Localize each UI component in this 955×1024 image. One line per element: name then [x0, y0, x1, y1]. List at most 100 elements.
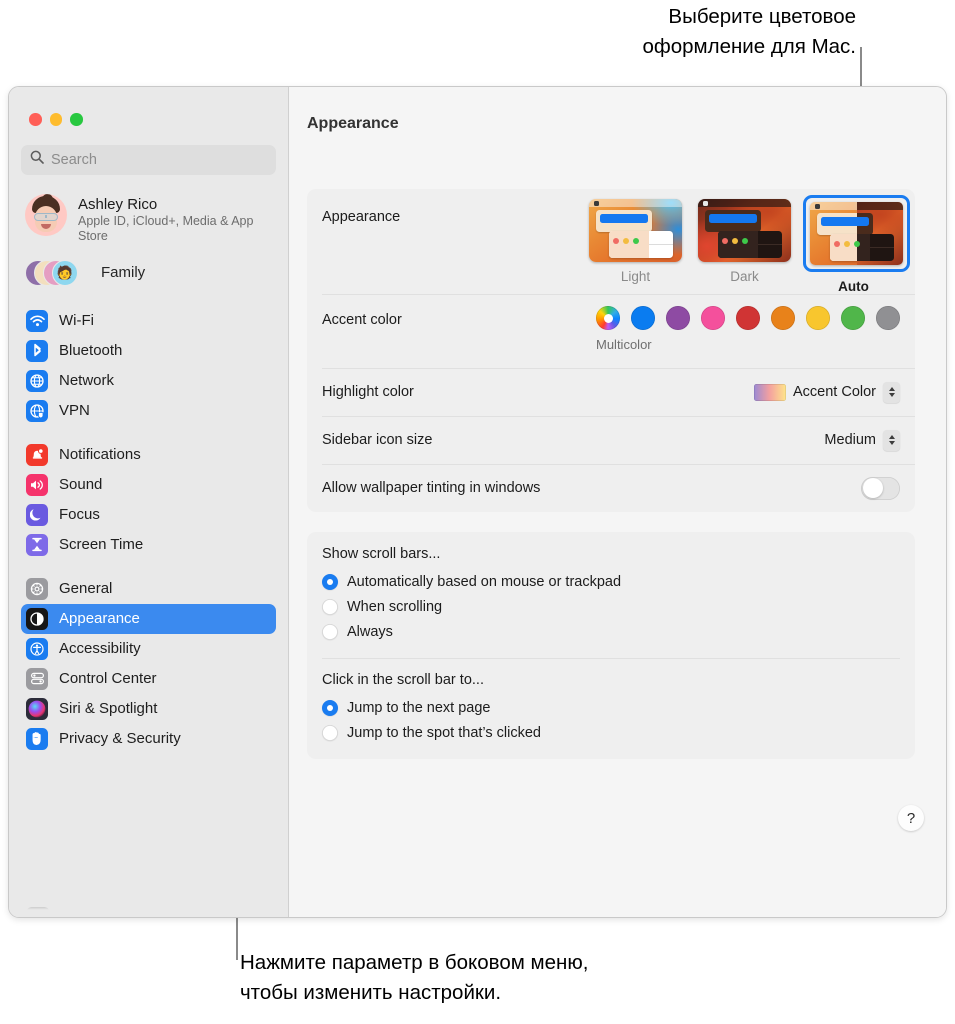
sidebar-item-label: Notifications	[59, 446, 141, 463]
click-scroll-bar-section: Click in the scroll bar to... Jump to th…	[307, 658, 915, 759]
theme-option-dark[interactable]: Dark	[698, 199, 791, 294]
maximize-button[interactable]	[70, 113, 83, 126]
sidebar-item-accessibility[interactable]: Accessibility	[21, 634, 276, 664]
account-subtitle: Apple ID, iCloud+, Media & App Store	[78, 214, 268, 245]
globe-icon	[26, 370, 48, 392]
sidebar-item-control-center[interactable]: Control Center	[21, 664, 276, 694]
chevron-updown-icon	[883, 430, 900, 451]
sidebar-item-bluetooth[interactable]: Bluetooth	[21, 336, 276, 366]
radio-option-always[interactable]: Always	[322, 619, 900, 644]
sidebar-item-label: Control Center	[59, 670, 157, 687]
callout-bottom-text: Нажмите параметр в боковом меню, чтобы и…	[240, 948, 588, 1008]
accent-color-row: Accent color	[307, 294, 915, 368]
accent-swatch-blue[interactable]	[631, 306, 655, 330]
sidebar-item-label: Focus	[59, 506, 100, 523]
siri-icon	[26, 698, 48, 720]
row-label: Highlight color	[322, 384, 414, 400]
radio-option-jump-next-page[interactable]: Jump to the next page	[322, 695, 900, 720]
sidebar-group-network: Wi-Fi Bluetooth	[9, 306, 288, 426]
highlight-color-popup[interactable]: Accent Color	[754, 382, 900, 403]
sidebar-item-family[interactable]: 🧑 Family	[21, 254, 276, 292]
search-input[interactable]: Search	[21, 145, 276, 175]
sidebar-item-screen-time[interactable]: Screen Time	[21, 530, 276, 560]
theme-option-light[interactable]: Light	[589, 199, 682, 294]
sidebar-item-label: Siri & Spotlight	[59, 700, 157, 717]
minimize-button[interactable]	[50, 113, 63, 126]
search-icon	[30, 150, 44, 169]
hand-privacy-icon	[26, 728, 48, 750]
sidebar-item-label: General	[59, 580, 112, 597]
row-label: Appearance	[322, 189, 400, 225]
radio-option-automatic[interactable]: Automatically based on mouse or trackpad	[322, 569, 900, 594]
radio-button[interactable]	[322, 725, 338, 741]
sidebar-item-label: Accessibility	[59, 640, 141, 657]
sidebar-item-appearance[interactable]: Appearance	[21, 604, 276, 634]
sidebar-item-focus[interactable]: Focus	[21, 500, 276, 530]
scroll-settings-card: Show scroll bars... Automatically based …	[307, 532, 915, 759]
main-content: Appearance Appearance	[289, 87, 946, 917]
accent-swatch-graphite[interactable]	[876, 306, 900, 330]
theme-option-auto[interactable]: Auto	[807, 199, 900, 294]
radio-button[interactable]	[322, 599, 338, 615]
accent-swatch-multicolor[interactable]	[596, 306, 620, 330]
sidebar: Search Ashley Rico Apple ID, iCloud+, Me…	[9, 87, 289, 917]
appearance-contrast-icon	[26, 608, 48, 630]
wallpaper-tinting-row: Allow wallpaper tinting in windows	[307, 464, 915, 512]
sidebar-item-general[interactable]: General	[21, 574, 276, 604]
sidebar-item-siri-and-spotlight[interactable]: Siri & Spotlight	[21, 694, 276, 724]
sidebar-item-label: VPN	[59, 402, 90, 419]
system-settings-window: Search Ashley Rico Apple ID, iCloud+, Me…	[8, 86, 947, 918]
radio-label: Automatically based on mouse or trackpad	[347, 574, 621, 590]
sidebar-item-network[interactable]: Network	[21, 366, 276, 396]
sidebar-item-label: Family	[101, 264, 145, 281]
accent-swatch-red[interactable]	[736, 306, 760, 330]
theme-thumbnail-light	[589, 199, 682, 262]
accent-swatch-pink[interactable]	[701, 306, 725, 330]
sidebar-group-appearance: General Appearance	[9, 574, 288, 754]
section-title: Click in the scroll bar to...	[322, 672, 900, 688]
radio-button[interactable]	[322, 624, 338, 640]
radio-option-when-scrolling[interactable]: When scrolling	[322, 594, 900, 619]
accent-swatch-orange[interactable]	[771, 306, 795, 330]
moon-icon	[26, 504, 48, 526]
sidebar-item-notifications[interactable]: Notifications	[21, 440, 276, 470]
radio-button[interactable]	[322, 700, 338, 716]
help-button[interactable]: ?	[898, 805, 924, 831]
sidebar-item-label: Screen Time	[59, 536, 143, 553]
vpn-globe-icon	[26, 400, 48, 422]
settings-cards: Appearance	[307, 189, 915, 759]
row-label: Allow wallpaper tinting in windows	[322, 480, 540, 496]
sidebar-item-sound[interactable]: Sound	[21, 470, 276, 500]
sidebar-icon-size-popup[interactable]: Medium	[824, 430, 900, 451]
wifi-icon	[26, 310, 48, 332]
window-traffic-lights	[9, 87, 288, 126]
sidebar-item-wi-fi[interactable]: Wi-Fi	[21, 306, 276, 336]
sidebar-item-apple-id[interactable]: Ashley Rico Apple ID, iCloud+, Media & A…	[21, 191, 276, 248]
accent-swatch-yellow[interactable]	[806, 306, 830, 330]
screenshot-root: Выберите цветовое оформление для Mac. На…	[0, 0, 955, 1024]
row-label: Sidebar icon size	[322, 432, 432, 448]
radio-label: Jump to the next page	[347, 700, 491, 716]
radio-label: When scrolling	[347, 599, 442, 615]
accessibility-icon	[26, 638, 48, 660]
sidebar-item-label: Bluetooth	[59, 342, 122, 359]
theme-options: Light	[589, 189, 900, 294]
close-button[interactable]	[29, 113, 42, 126]
sidebar-icon-size-row: Sidebar icon size Medium	[307, 416, 915, 464]
sidebar-item-vpn[interactable]: VPN	[21, 396, 276, 426]
callout-top-text: Выберите цветовое оформление для Mac.	[642, 2, 856, 62]
accent-swatch-green[interactable]	[841, 306, 865, 330]
wallpaper-tinting-toggle[interactable]	[861, 477, 900, 500]
sidebar-item-privacy-and-security[interactable]: Privacy & Security	[21, 724, 276, 754]
sidebar-item-label: Privacy & Security	[59, 730, 181, 747]
radio-option-jump-to-spot[interactable]: Jump to the spot that’s clicked	[322, 720, 900, 745]
accent-selected-caption: Multicolor	[596, 337, 620, 352]
appearance-theme-row: Appearance	[307, 189, 915, 294]
radio-button[interactable]	[322, 574, 338, 590]
show-scroll-bars-section: Show scroll bars... Automatically based …	[307, 532, 915, 658]
search-placeholder: Search	[51, 152, 97, 168]
accent-swatch-purple[interactable]	[666, 306, 690, 330]
appearance-settings-card: Appearance	[307, 189, 915, 512]
theme-selection-ring	[803, 195, 910, 272]
chevron-updown-icon	[883, 382, 900, 403]
